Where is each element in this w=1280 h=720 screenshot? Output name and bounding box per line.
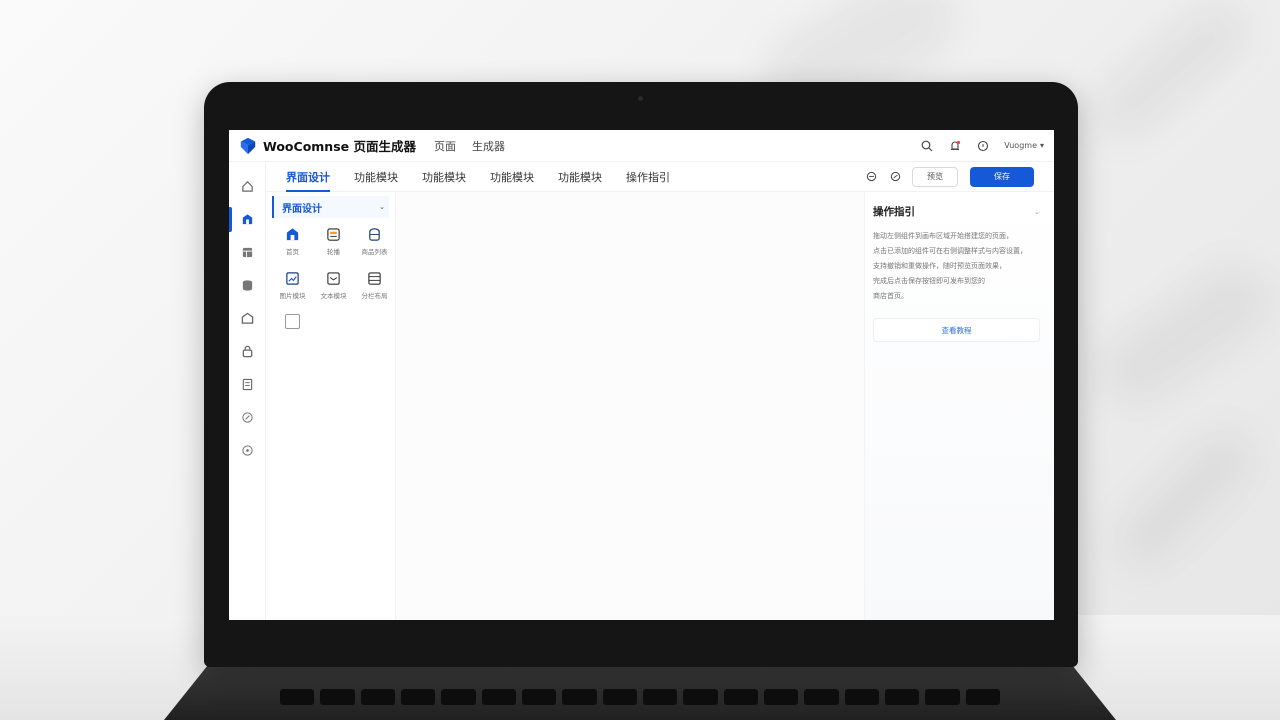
rail-item-layout[interactable] — [229, 236, 266, 269]
component-item[interactable] — [272, 314, 313, 329]
tab-operation-guide[interactable]: 操作指引 — [626, 162, 670, 192]
rail-item-builder[interactable] — [229, 203, 266, 236]
chevron-down-icon: ▾ — [1039, 141, 1044, 150]
icon-rail — [229, 162, 266, 620]
layout-icon — [242, 247, 252, 258]
text-block-icon — [326, 270, 342, 286]
guide-line: 完成后点击保存按钮即可发布到您的 — [873, 277, 985, 285]
document-icon — [242, 378, 252, 391]
component-label: 文本模块 — [320, 292, 347, 300]
top-link-builder[interactable]: 生成器 — [472, 138, 505, 154]
component-item[interactable]: 分栏布局 — [354, 270, 395, 300]
notification-icon[interactable] — [948, 139, 962, 153]
user-name: Vuogme — [1004, 141, 1037, 150]
product-list-icon — [367, 226, 383, 242]
laptop-keyboard-base — [160, 665, 1120, 720]
top-bar: WooComnse 页面生成器 页面 生成器 Vuogme ▾ — [229, 130, 1054, 162]
save-button[interactable]: 保存 — [970, 166, 1034, 187]
component-item[interactable]: 轮播 — [313, 226, 354, 256]
panel-header[interactable]: 界面设计 ⌄ — [272, 196, 389, 218]
rail-item-compass[interactable] — [229, 401, 266, 434]
target-icon — [241, 445, 253, 456]
rail-item-database[interactable] — [229, 269, 266, 302]
camera-dot — [638, 96, 643, 101]
columns-icon — [367, 270, 383, 286]
compass-icon — [241, 412, 253, 423]
lock-icon — [242, 345, 252, 358]
component-label: 图片模块 — [279, 292, 306, 300]
rail-item-lock[interactable] — [229, 335, 266, 368]
design-canvas[interactable] — [396, 192, 864, 620]
rail-item-home[interactable] — [229, 170, 266, 203]
guide-collapse-icon[interactable]: ⌄ — [1034, 208, 1040, 216]
tab-function-module-3[interactable]: 功能模块 — [490, 162, 534, 192]
collapse-icon[interactable]: ⌄ — [379, 203, 385, 211]
database-icon — [242, 280, 252, 291]
component-label: 轮播 — [327, 248, 340, 256]
component-item[interactable]: 图片模块 — [272, 270, 313, 300]
app-title: WooComnse 页面生成器 — [263, 139, 416, 154]
home-block-icon — [285, 226, 301, 242]
component-label: 首页 — [286, 248, 299, 256]
guide-panel: 操作指引 ⌄ 拖动左侧组件到画布区域开始搭建您的页面， 点击已添加的组件可在右侧… — [864, 192, 1054, 620]
search-icon[interactable] — [920, 139, 934, 153]
view-tutorial-button[interactable]: 查看教程 — [873, 318, 1040, 342]
tab-function-module-1[interactable]: 功能模块 — [354, 162, 398, 192]
rail-item-shop[interactable] — [229, 302, 266, 335]
rail-item-document[interactable] — [229, 368, 266, 401]
builder-icon — [242, 214, 252, 225]
panel-title: 界面设计 — [282, 203, 322, 215]
rail-item-target[interactable] — [229, 434, 266, 467]
component-item[interactable]: 商品列表 — [354, 226, 395, 256]
component-label: 分栏布局 — [361, 292, 388, 300]
guide-line: 拖动左侧组件到画布区域开始搭建您的页面， — [873, 232, 1013, 240]
tab-function-module-2[interactable]: 功能模块 — [422, 162, 466, 192]
user-menu[interactable]: Vuogme ▾ — [1004, 141, 1044, 150]
component-panel: 界面设计 ⌄ 首页 轮播 商品列表 图片模块 文本模块 分栏布局 — [266, 192, 396, 620]
top-link-pages[interactable]: 页面 — [434, 138, 456, 154]
shop-icon — [241, 312, 253, 324]
home-icon — [241, 181, 253, 192]
image-block-icon — [285, 270, 301, 286]
component-item[interactable]: 首页 — [272, 226, 313, 256]
app-logo-icon — [240, 137, 256, 154]
redo-icon[interactable] — [888, 170, 902, 184]
tab-bar: 界面设计 功能模块 功能模块 功能模块 功能模块 操作指引 预览 保存 — [266, 162, 1054, 192]
undo-icon[interactable] — [864, 170, 878, 184]
help-icon[interactable] — [976, 139, 990, 153]
guide-line: 商店首页。 — [873, 292, 908, 300]
component-item[interactable]: 文本模块 — [313, 270, 354, 300]
blank-block-icon — [285, 314, 300, 329]
carousel-icon — [326, 226, 342, 242]
guide-title: 操作指引 — [873, 206, 915, 218]
guide-line: 点击已添加的组件可在右侧调整样式与内容设置， — [873, 247, 1027, 255]
guide-text: 拖动左侧组件到画布区域开始搭建您的页面， 点击已添加的组件可在右侧调整样式与内容… — [873, 229, 1040, 304]
component-label: 商品列表 — [361, 248, 388, 256]
guide-line: 支持撤销和重做操作，随时预览页面效果， — [873, 262, 1006, 270]
preview-button[interactable]: 预览 — [912, 166, 958, 187]
tab-function-module-4[interactable]: 功能模块 — [558, 162, 602, 192]
app-screen: WooComnse 页面生成器 页面 生成器 Vuogme ▾ 界面设计 功能模… — [229, 130, 1054, 620]
tab-interface-design[interactable]: 界面设计 — [286, 162, 330, 192]
